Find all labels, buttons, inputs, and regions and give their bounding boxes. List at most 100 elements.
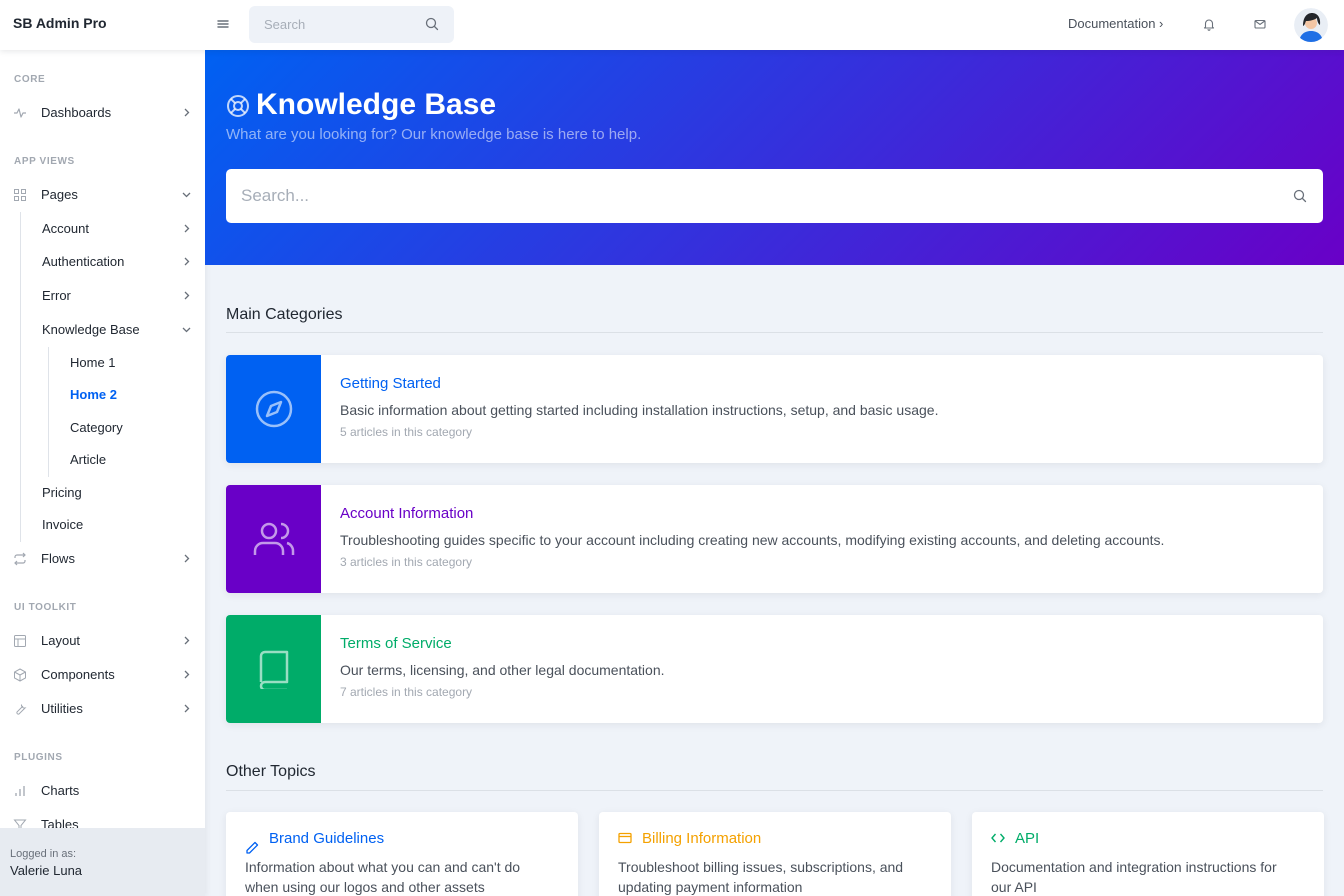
bar-chart-icon (15, 786, 25, 796)
category-icon-block (226, 355, 321, 463)
category-card-account-information[interactable]: Account Information Troubleshooting guid… (226, 485, 1323, 593)
topbar: SB Admin Pro Search Documentation › (0, 0, 1344, 50)
sidebar-item-label: Home 2 (70, 387, 117, 402)
sidebar-item-knowledge-base[interactable]: Knowledge Base (0, 319, 205, 341)
sidebar-item-label: Authentication (42, 254, 125, 269)
sidebar-item-authentication[interactable]: Authentication (0, 251, 205, 273)
topic-description: Documentation and integration instructio… (991, 859, 1277, 895)
sidebar-item-label: Layout (41, 633, 81, 648)
page-title: Knowledge Base (256, 88, 497, 121)
sidebar-heading-plugins: PLUGINS (14, 752, 63, 763)
chevron-right-icon (184, 636, 190, 645)
chevron-right-icon (184, 257, 190, 266)
chevron-right-icon (184, 108, 190, 117)
sidebar-item-label: Account (42, 221, 89, 236)
activity-icon (14, 108, 26, 118)
logged-in-caption: Logged in as: (10, 848, 77, 860)
sidebar: CORE Dashboards APP VIEWS Pages Account … (0, 50, 205, 896)
compass-icon (255, 390, 292, 428)
sidebar-item-error[interactable]: Error (0, 285, 205, 307)
mail-icon[interactable] (1253, 17, 1267, 31)
menu-toggle-icon[interactable] (216, 17, 230, 31)
chevron-down-icon (182, 327, 191, 333)
life-buoy-icon (227, 95, 249, 117)
category-count: 3 articles in this category (340, 555, 473, 569)
search-icon[interactable] (1293, 189, 1307, 203)
sidebar-item-pricing[interactable]: Pricing (0, 482, 205, 504)
users-icon (253, 522, 294, 555)
sidebar-item-article[interactable]: Article (0, 449, 205, 471)
topic-title[interactable]: API (1015, 830, 1039, 847)
sidebar-item-invoice[interactable]: Invoice (0, 514, 205, 536)
grid-icon (14, 189, 26, 201)
user-avatar[interactable] (1294, 8, 1328, 42)
sidebar-item-label: Error (42, 288, 71, 303)
sidebar-item-label: Article (70, 452, 107, 467)
sidebar-item-account[interactable]: Account (0, 218, 205, 240)
sidebar-item-label: Knowledge Base (42, 322, 140, 337)
sidebar-item-label: Utilities (41, 701, 83, 716)
repeat-icon (14, 552, 26, 566)
sidebar-item-layout[interactable]: Layout (0, 630, 205, 652)
package-icon (14, 668, 26, 682)
topic-card-billing-information[interactable]: Billing Information Troubleshoot billing… (599, 812, 951, 896)
topic-description: Troubleshoot billing issues, subscriptio… (618, 859, 904, 895)
sidebar-heading-app-views: APP VIEWS (14, 156, 75, 167)
category-description: Basic information about getting started … (340, 402, 939, 418)
topic-card-brand-guidelines[interactable]: Brand Guidelines Information about what … (226, 812, 578, 896)
sidebar-item-label: Flows (41, 551, 75, 566)
category-title[interactable]: Account Information (340, 505, 473, 522)
knowledge-base-search-input[interactable]: Search... (226, 169, 1323, 223)
sidebar-footer: Logged in as: Valerie Luna (0, 828, 205, 896)
chevron-right-icon (184, 704, 190, 713)
documentation-dropdown[interactable]: Documentation › (1068, 16, 1163, 31)
sidebar-item-label: Dashboards (41, 105, 112, 120)
topic-card-api[interactable]: API Documentation and integration instru… (972, 812, 1324, 896)
other-topics-heading: Other Topics (226, 763, 316, 780)
top-search-input[interactable]: Search (249, 6, 454, 43)
category-card-getting-started[interactable]: Getting Started Basic information about … (226, 355, 1323, 463)
credit-card-icon (618, 832, 632, 844)
search-icon (425, 17, 439, 31)
sidebar-heading-core: CORE (14, 74, 46, 85)
topic-title[interactable]: Brand Guidelines (269, 830, 384, 847)
category-icon-block (226, 485, 321, 593)
sidebar-item-label: Pages (41, 187, 78, 202)
sidebar-item-utilities[interactable]: Utilities (0, 698, 205, 720)
category-title[interactable]: Terms of Service (340, 635, 452, 652)
brand-name[interactable]: SB Admin Pro (13, 15, 107, 31)
chevron-right-icon (184, 670, 190, 679)
sidebar-item-flows[interactable]: Flows (0, 548, 205, 570)
layout-icon (14, 635, 26, 647)
logged-in-user: Valerie Luna (10, 863, 83, 878)
bell-icon[interactable] (1202, 17, 1216, 31)
sidebar-item-category[interactable]: Category (0, 417, 205, 439)
sidebar-item-label: Pricing (42, 485, 82, 500)
main-categories-heading: Main Categories (226, 306, 343, 323)
code-icon (991, 833, 1005, 843)
avatar-illustration-icon (1294, 8, 1328, 42)
divider (226, 332, 1323, 333)
book-icon (259, 650, 288, 689)
page-header: Knowledge Base What are you looking for?… (205, 50, 1344, 265)
top-search-placeholder: Search (264, 17, 306, 32)
pen-icon (246, 841, 259, 854)
topic-description: Information about what you can and can't… (245, 859, 521, 895)
tool-icon (16, 704, 27, 715)
category-card-terms-of-service[interactable]: Terms of Service Our terms, licensing, a… (226, 615, 1323, 723)
page-subtitle: What are you looking for? Our knowledge … (226, 126, 642, 143)
topic-title[interactable]: Billing Information (642, 830, 761, 847)
sidebar-item-label: Charts (41, 783, 80, 798)
category-title[interactable]: Getting Started (340, 375, 441, 392)
category-icon-block (226, 615, 321, 723)
sidebar-item-components[interactable]: Components (0, 664, 205, 686)
sidebar-item-pages[interactable]: Pages (0, 184, 205, 206)
sidebar-item-label: Category (70, 420, 123, 435)
sidebar-item-home-2[interactable]: Home 2 (0, 384, 205, 406)
chevron-down-icon (182, 192, 191, 198)
sidebar-item-label: Components (41, 667, 115, 682)
sidebar-item-dashboards[interactable]: Dashboards (0, 102, 205, 124)
sidebar-item-home-1[interactable]: Home 1 (0, 352, 205, 374)
sidebar-item-charts[interactable]: Charts (0, 780, 205, 802)
sidebar-item-label: Invoice (42, 517, 84, 532)
